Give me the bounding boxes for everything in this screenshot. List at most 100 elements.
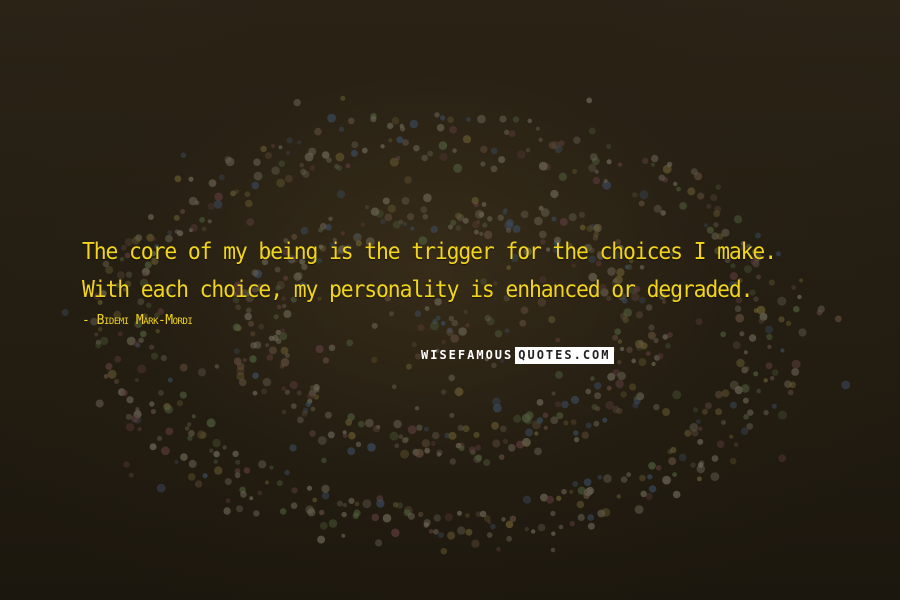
sprinkle xyxy=(321,484,330,493)
sprinkle xyxy=(362,499,372,509)
sprinkle xyxy=(626,472,631,477)
sprinkle xyxy=(594,382,602,390)
sprinkle xyxy=(509,515,517,523)
sprinkle xyxy=(603,474,612,483)
sprinkle xyxy=(572,168,578,174)
sprinkle xyxy=(498,454,505,460)
sprinkle xyxy=(585,422,592,429)
sprinkle xyxy=(149,443,157,451)
sprinkle xyxy=(620,476,628,483)
sprinkle xyxy=(666,161,673,168)
sprinkle xyxy=(692,407,699,413)
sprinkle xyxy=(632,401,639,409)
sprinkle xyxy=(308,147,317,156)
sprinkle xyxy=(319,521,328,530)
sprinkle xyxy=(314,127,322,136)
sprinkle xyxy=(389,431,399,441)
sprinkle xyxy=(125,423,135,432)
sprinkle xyxy=(149,401,155,407)
sprinkle xyxy=(522,495,532,504)
sprinkle xyxy=(746,423,754,430)
sprinkle xyxy=(160,355,167,362)
sprinkle xyxy=(440,115,446,121)
sprinkle xyxy=(733,215,743,224)
sprinkle xyxy=(615,379,624,389)
sprinkle xyxy=(123,461,130,468)
sprinkle xyxy=(427,150,434,157)
sprinkle xyxy=(336,500,343,507)
sprinkle xyxy=(156,483,166,493)
sprinkle xyxy=(290,502,298,510)
sprinkle xyxy=(573,436,580,443)
sprinkle xyxy=(137,427,142,432)
sprinkle xyxy=(648,462,656,470)
sprinkle xyxy=(265,152,272,160)
sprinkle xyxy=(704,402,712,410)
sprinkle xyxy=(602,417,608,423)
sprinkle xyxy=(492,439,501,448)
sprinkle xyxy=(161,446,170,456)
sprinkle xyxy=(713,222,719,228)
sprinkle xyxy=(382,513,392,523)
sprinkle xyxy=(286,150,291,155)
sprinkle xyxy=(402,221,407,227)
sprinkle xyxy=(744,366,750,371)
sprinkle xyxy=(554,401,562,408)
sprinkle xyxy=(729,457,737,465)
sprinkle xyxy=(448,315,454,322)
sprinkle xyxy=(276,178,286,188)
sprinkle xyxy=(140,330,147,338)
sprinkle xyxy=(276,480,283,487)
sprinkle xyxy=(284,469,290,476)
sprinkle xyxy=(328,344,336,352)
sprinkle xyxy=(672,472,677,477)
sprinkle xyxy=(626,346,633,353)
sprinkle xyxy=(696,419,701,424)
sprinkle xyxy=(454,212,462,220)
quote-text: The core of my being is the trigger for … xyxy=(82,239,777,303)
sprinkle xyxy=(245,199,253,208)
sprinkle xyxy=(690,168,698,176)
sprinkle xyxy=(525,428,533,437)
sprinkle xyxy=(584,488,593,497)
sprinkle xyxy=(706,203,712,209)
sprinkle xyxy=(690,462,696,468)
sprinkle xyxy=(433,514,441,522)
sprinkle xyxy=(570,395,580,404)
sprinkle xyxy=(416,424,423,431)
sprinkle xyxy=(521,413,531,423)
sprinkle xyxy=(213,200,223,209)
sprinkle xyxy=(697,462,704,468)
sprinkle xyxy=(496,546,501,552)
sprinkle xyxy=(400,449,410,459)
watermark-part-quotes-com: QUOTES.COM xyxy=(515,347,614,364)
sprinkle xyxy=(540,208,550,217)
sprinkle xyxy=(273,314,279,320)
sprinkle xyxy=(542,412,549,419)
sprinkle xyxy=(789,381,796,389)
sprinkle xyxy=(617,339,623,344)
sprinkle xyxy=(372,425,381,433)
sprinkle xyxy=(214,466,223,475)
sprinkle xyxy=(307,508,316,517)
sprinkle xyxy=(606,143,612,149)
sprinkle xyxy=(592,176,601,185)
sprinkle xyxy=(321,492,330,500)
sprinkle xyxy=(313,384,320,391)
sprinkle xyxy=(573,430,579,436)
sprinkle xyxy=(207,219,212,224)
sprinkle xyxy=(617,371,626,381)
sprinkle xyxy=(268,346,277,355)
sprinkle xyxy=(250,331,256,337)
sprinkle xyxy=(651,154,659,163)
sprinkle xyxy=(135,407,140,412)
sprinkle xyxy=(491,421,499,430)
sprinkle xyxy=(384,213,393,222)
sprinkle xyxy=(243,467,251,474)
sprinkle xyxy=(188,176,194,182)
sprinkle xyxy=(224,156,232,164)
sprinkle xyxy=(765,325,773,334)
sprinkle xyxy=(423,519,431,527)
sprinkle xyxy=(590,376,595,381)
sprinkle xyxy=(242,357,247,363)
